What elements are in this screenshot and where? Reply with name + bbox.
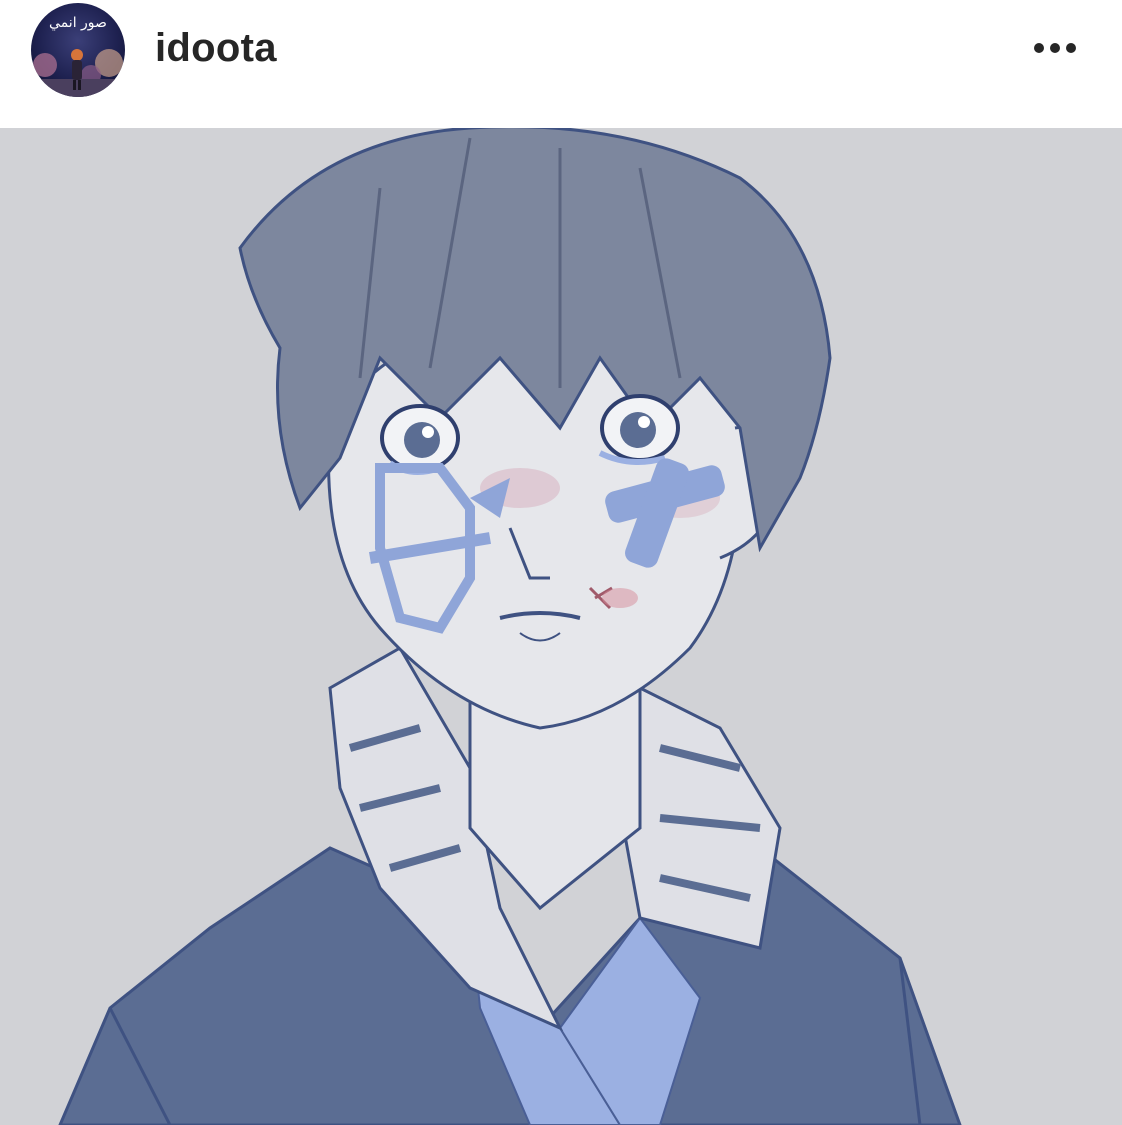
- profile-avatar-icon: صور انمي: [31, 3, 125, 97]
- username[interactable]: idoota: [155, 24, 277, 72]
- more-options-icon-dot: [1066, 43, 1076, 53]
- post-image[interactable]: [0, 128, 1122, 1125]
- instagram-post: صور انمي idoota: [0, 0, 1122, 1125]
- avatar-caption: صور انمي: [49, 15, 107, 31]
- profile-avatar[interactable]: صور انمي: [31, 3, 125, 97]
- more-options-button[interactable]: [1022, 25, 1088, 71]
- anime-boy-illustration: [0, 128, 1122, 1125]
- more-options-icon-dot: [1050, 43, 1060, 53]
- more-options-icon: [1034, 43, 1044, 53]
- post-header: صور انمي idoota: [0, 0, 1122, 128]
